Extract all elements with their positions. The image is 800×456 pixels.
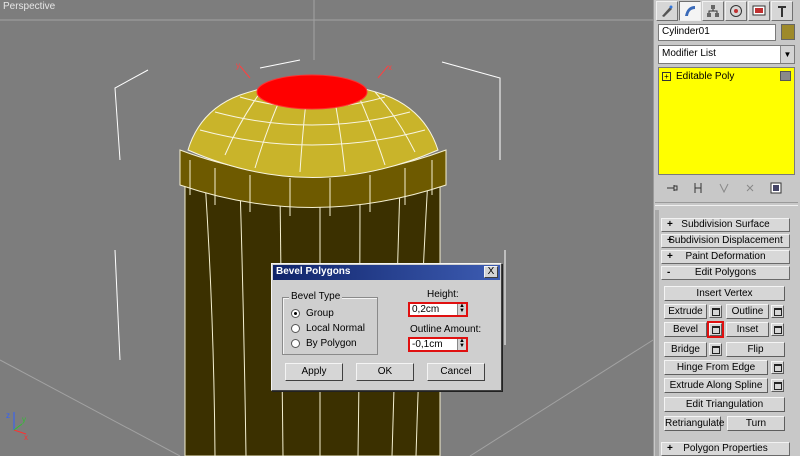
utilities-icon [778,6,786,17]
bevel-type-title: Bevel Type [289,291,343,302]
expand-icon[interactable]: + [662,71,671,81]
display-tab[interactable] [748,1,770,21]
flip-button[interactable]: Flip [726,342,785,357]
motion-icon [730,5,742,17]
make-unique-icon[interactable] [718,182,730,194]
radio-group[interactable]: Group [291,307,334,320]
panel-scrollbar[interactable] [655,210,659,456]
hierarchy-icon [707,5,719,17]
stack-item-toggle[interactable] [780,71,791,81]
axis-y-label: y [22,415,26,424]
rollout-subdivision-displacement[interactable]: + Subdivision Displacement [661,234,790,248]
radio-local-normal[interactable]: Local Normal [291,322,365,335]
cancel-button[interactable]: Cancel [427,363,485,381]
outline-button[interactable]: Outline [726,304,769,319]
modify-icon [685,6,695,16]
utilities-tab[interactable] [771,1,793,21]
height-spinner[interactable]: 0,2cm ▲ ▼ [408,302,468,317]
configure-modifier-sets-icon[interactable] [770,182,782,194]
command-panel-tabs [656,1,799,21]
gizmo-y-label: y [236,61,240,70]
rollout-paint-deformation[interactable]: + Paint Deformation [661,250,790,264]
modifier-stack[interactable]: + Editable Poly [658,67,795,175]
pin-stack-icon[interactable] [666,182,678,194]
height-value[interactable]: 0,2cm [412,304,439,316]
hierarchy-tab[interactable] [702,1,724,21]
bevel-polygons-dialog[interactable]: Bevel Polygons X Bevel Type Group Local … [271,263,502,391]
retriangulate-button[interactable]: Retriangulate [664,416,724,431]
bevel-type-group: Bevel Type Group Local Normal By Polygon [282,291,378,355]
radio-by-polygon[interactable]: By Polygon [291,337,357,350]
gizmo-x-label: x [388,63,392,72]
radio-group-button[interactable] [291,309,300,318]
selected-top-polygon[interactable] [256,74,368,110]
extrude-along-spline-settings-button[interactable] [771,379,784,392]
rollout-polygon-properties[interactable]: + Polygon Properties [661,442,790,456]
create-icon [662,5,673,17]
bevel-button[interactable]: Bevel [664,322,707,337]
inset-settings-button[interactable] [771,323,784,336]
object-color-swatch[interactable] [781,24,795,40]
axis-tripod: z x y [6,411,28,442]
turn-button[interactable]: Turn [727,416,785,431]
show-end-result-icon[interactable] [692,182,704,194]
extrude-settings-button[interactable] [709,305,722,318]
extrude-along-spline-button[interactable]: Extrude Along Spline [664,378,768,393]
hinge-settings-button[interactable] [771,361,784,374]
bevel-settings-button[interactable] [707,321,724,338]
extrude-button[interactable]: Extrude [664,304,707,319]
spinner-arrows-icon[interactable]: ▲ ▼ [457,338,466,350]
modify-tab[interactable] [679,1,701,21]
viewport-label[interactable]: Perspective [3,1,55,12]
modifier-list-dropdown[interactable]: Modifier List ▼ [658,45,795,64]
outline-amount-spinner[interactable]: -0,1cm ▲ ▼ [408,337,468,352]
outline-settings-button[interactable] [771,305,784,318]
insert-vertex-button[interactable]: Insert Vertex [664,286,785,301]
modifier-list-label: Modifier List [662,48,716,59]
radio-local-normal-button[interactable] [291,324,300,333]
close-icon[interactable]: X [484,266,498,278]
spinner-arrows-icon[interactable]: ▲ ▼ [457,303,466,315]
axis-x-label: x [24,433,28,442]
stack-toolbar [658,180,795,196]
remove-modifier-icon[interactable] [744,182,756,194]
display-icon [752,5,766,16]
inset-button[interactable]: Inset [726,322,769,337]
chevron-down-icon[interactable]: ▼ [780,46,794,63]
dialog-title: Bevel Polygons [276,266,351,277]
bridge-settings-button[interactable] [709,343,722,356]
radio-by-polygon-button[interactable] [291,339,300,348]
hinge-from-edge-button[interactable]: Hinge From Edge [664,360,768,375]
ok-button[interactable]: OK [356,363,414,381]
bridge-button[interactable]: Bridge [664,342,707,357]
create-tab[interactable] [656,1,678,21]
edit-triangulation-button[interactable]: Edit Triangulation [664,397,785,412]
stack-item-label: Editable Poly [676,70,735,82]
outline-amount-value[interactable]: -0,1cm [412,339,443,351]
height-label: Height: [427,289,459,300]
motion-tab[interactable] [725,1,747,21]
rollout-subdivision-surface[interactable]: + Subdivision Surface [661,218,790,232]
apply-button[interactable]: Apply [285,363,343,381]
rollout-edit-polygons[interactable]: - Edit Polygons [661,266,790,280]
outline-amount-label: Outline Amount: [410,324,482,335]
axis-z-label: z [6,411,10,420]
panel-divider [655,202,798,206]
stack-item-editable-poly[interactable]: + Editable Poly [659,69,794,83]
object-name-field[interactable]: Cylinder01 [658,24,776,41]
dialog-titlebar[interactable]: Bevel Polygons X [273,265,500,280]
